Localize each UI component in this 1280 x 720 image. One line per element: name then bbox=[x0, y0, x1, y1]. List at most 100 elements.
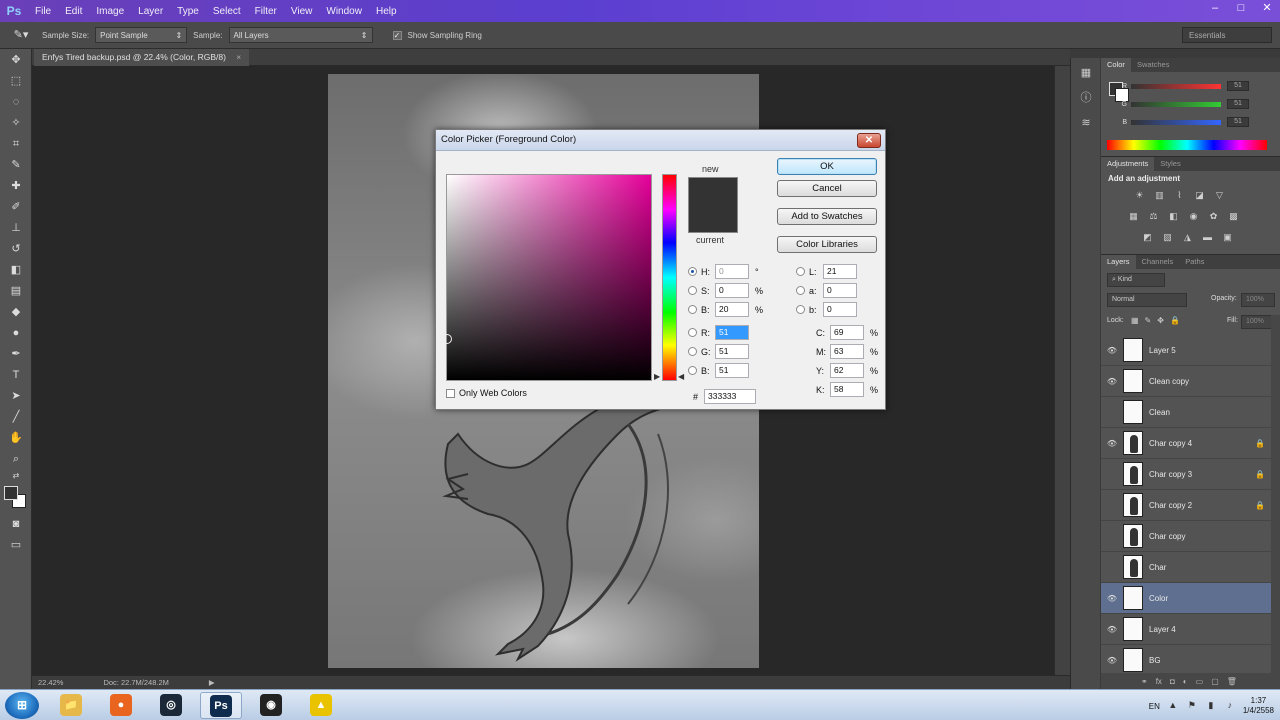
hue-arrow-right-icon[interactable]: ◀ bbox=[678, 372, 684, 381]
add-to-swatches-button[interactable]: Add to Swatches bbox=[777, 208, 877, 225]
new-layer-icon[interactable]: ▢ bbox=[1211, 677, 1219, 686]
green-input[interactable]: 51 bbox=[715, 344, 749, 359]
eyedropper-tool-icon[interactable]: ✎ bbox=[5, 155, 27, 175]
dodge-tool-icon[interactable]: ● bbox=[5, 323, 27, 343]
visibility-eye-icon[interactable]: 👁 bbox=[1101, 439, 1123, 448]
invert-icon[interactable]: ◩ bbox=[1139, 230, 1156, 245]
blur-tool-icon[interactable]: ◆ bbox=[5, 302, 27, 322]
layer-row[interactable]: Char copy 3 🔒 bbox=[1101, 459, 1271, 490]
red-radio[interactable] bbox=[688, 328, 697, 337]
ok-button[interactable]: OK bbox=[777, 158, 877, 175]
visibility-eye-icon[interactable]: 👁 bbox=[1101, 656, 1123, 665]
menu-select[interactable]: Select bbox=[206, 6, 248, 17]
green-slider[interactable] bbox=[1131, 101, 1221, 107]
saturation-brightness-field[interactable] bbox=[442, 174, 652, 381]
menu-help[interactable]: Help bbox=[369, 6, 404, 17]
menu-view[interactable]: View bbox=[284, 6, 320, 17]
layer-row[interactable]: Char copy 2 🔒 bbox=[1101, 490, 1271, 521]
color-libraries-button[interactable]: Color Libraries bbox=[777, 236, 877, 253]
gradient-map-icon[interactable]: ▬ bbox=[1199, 230, 1216, 245]
saturation-radio[interactable] bbox=[688, 286, 697, 295]
tab-adjustments[interactable]: Adjustments bbox=[1101, 157, 1155, 171]
history-panel-icon[interactable]: ▦ bbox=[1076, 63, 1096, 83]
close-icon[interactable]: × bbox=[236, 52, 241, 62]
crop-tool-icon[interactable]: ⌗ bbox=[5, 134, 27, 154]
levels-icon[interactable]: ▥ bbox=[1151, 188, 1168, 203]
menu-layer[interactable]: Layer bbox=[131, 6, 170, 17]
threshold-icon[interactable]: ◮ bbox=[1179, 230, 1196, 245]
taskbar-norton-button[interactable]: ▲ bbox=[300, 692, 342, 719]
menu-type[interactable]: Type bbox=[170, 6, 206, 17]
layer-name[interactable]: Char bbox=[1149, 563, 1255, 572]
hue-arrow-left-icon[interactable]: ▶ bbox=[654, 372, 660, 381]
fill-input[interactable]: 100% bbox=[1241, 315, 1275, 329]
layer-name[interactable]: Char copy bbox=[1149, 532, 1255, 541]
red-slider[interactable] bbox=[1131, 83, 1221, 89]
screen-mode-icon[interactable]: ▭ bbox=[5, 535, 27, 555]
layer-row[interactable]: Char bbox=[1101, 552, 1271, 583]
taskbar-photoshop-button[interactable]: Ps bbox=[200, 692, 242, 719]
delete-layer-icon[interactable]: 🗑 bbox=[1227, 677, 1237, 686]
language-indicator[interactable]: EN bbox=[1149, 702, 1160, 711]
layer-row[interactable]: Clean bbox=[1101, 397, 1271, 428]
yellow-input[interactable]: 62 bbox=[830, 363, 864, 378]
type-tool-icon[interactable]: T bbox=[5, 365, 27, 385]
blue-input[interactable]: 51 bbox=[715, 363, 749, 378]
red-value[interactable]: 51 bbox=[1227, 81, 1249, 91]
photo-filter-icon[interactable]: ◉ bbox=[1185, 209, 1202, 224]
hand-tool-icon[interactable]: ✋ bbox=[5, 428, 27, 448]
dialog-close-button[interactable]: ✕ bbox=[857, 133, 881, 148]
tab-styles[interactable]: Styles bbox=[1154, 157, 1186, 171]
blend-mode-select[interactable]: Normal bbox=[1107, 293, 1187, 307]
layer-name[interactable]: Layer 4 bbox=[1149, 625, 1255, 634]
foreground-background-swatch[interactable] bbox=[4, 486, 28, 510]
visibility-eye-icon[interactable]: 👁 bbox=[1101, 625, 1123, 634]
path-select-icon[interactable]: ➤ bbox=[5, 386, 27, 406]
maximize-button[interactable]: □ bbox=[1228, 0, 1254, 16]
canvas-vertical-scrollbar[interactable] bbox=[1054, 66, 1070, 675]
layer-name[interactable]: BG bbox=[1149, 656, 1255, 665]
taskbar-steam-button[interactable]: ◎ bbox=[150, 692, 192, 719]
lab-l-radio[interactable] bbox=[796, 267, 805, 276]
layer-name[interactable]: Color bbox=[1149, 594, 1255, 603]
menu-filter[interactable]: Filter bbox=[248, 6, 284, 17]
layer-row[interactable]: 👁 Char copy 4 🔒 bbox=[1101, 428, 1271, 459]
status-arrow-icon[interactable]: ▶ bbox=[209, 678, 215, 687]
tab-swatches[interactable]: Swatches bbox=[1131, 58, 1176, 72]
curves-icon[interactable]: ⌇ bbox=[1171, 188, 1188, 203]
green-value[interactable]: 51 bbox=[1227, 99, 1249, 109]
tab-paths[interactable]: Paths bbox=[1179, 255, 1210, 269]
add-mask-icon[interactable]: ◘ bbox=[1170, 677, 1175, 686]
tab-color[interactable]: Color bbox=[1101, 58, 1131, 72]
menu-window[interactable]: Window bbox=[319, 6, 369, 17]
start-button[interactable]: ⊞ bbox=[5, 692, 39, 719]
visibility-eye-icon[interactable]: 👁 bbox=[1101, 594, 1123, 603]
magic-wand-icon[interactable]: ✧ bbox=[5, 113, 27, 133]
network-icon[interactable]: ▮ bbox=[1205, 700, 1217, 712]
move-tool-icon[interactable]: ✥ bbox=[5, 50, 27, 70]
layer-style-icon[interactable]: fx bbox=[1156, 677, 1162, 686]
clone-stamp-icon[interactable]: ⊥ bbox=[5, 218, 27, 238]
lock-icons[interactable]: ▦✎✥🔒 bbox=[1131, 316, 1186, 325]
history-brush-icon[interactable]: ↺ bbox=[5, 239, 27, 259]
new-adjustment-icon[interactable]: ◐ bbox=[1183, 677, 1188, 686]
layer-name[interactable]: Clean bbox=[1149, 408, 1255, 417]
taskbar-explorer-button[interactable]: 📁 bbox=[50, 692, 92, 719]
color-spectrum-bar[interactable] bbox=[1107, 140, 1267, 150]
lab-b-input[interactable]: 0 bbox=[823, 302, 857, 317]
zoom-tool-icon[interactable]: ⌕ bbox=[5, 449, 27, 469]
brightness-input[interactable]: 20 bbox=[715, 302, 749, 317]
color-marker[interactable] bbox=[442, 334, 452, 344]
layer-row[interactable]: 👁 Color bbox=[1101, 583, 1271, 614]
pen-tool-icon[interactable]: ✒ bbox=[5, 344, 27, 364]
blue-slider[interactable] bbox=[1131, 119, 1221, 125]
foreground-color-swatch[interactable] bbox=[4, 486, 18, 500]
marquee-tool-icon[interactable]: ⬚ bbox=[5, 71, 27, 91]
layer-row[interactable]: 👁 Layer 5 bbox=[1101, 335, 1271, 366]
brush-panel-icon[interactable]: ≋ bbox=[1076, 113, 1096, 133]
new-group-icon[interactable]: ▭ bbox=[1196, 677, 1204, 686]
web-colors-checkbox[interactable] bbox=[446, 388, 455, 398]
visibility-eye-icon[interactable]: 👁 bbox=[1101, 377, 1123, 386]
menu-edit[interactable]: Edit bbox=[58, 6, 89, 17]
brush-tool-icon[interactable]: ✐ bbox=[5, 197, 27, 217]
